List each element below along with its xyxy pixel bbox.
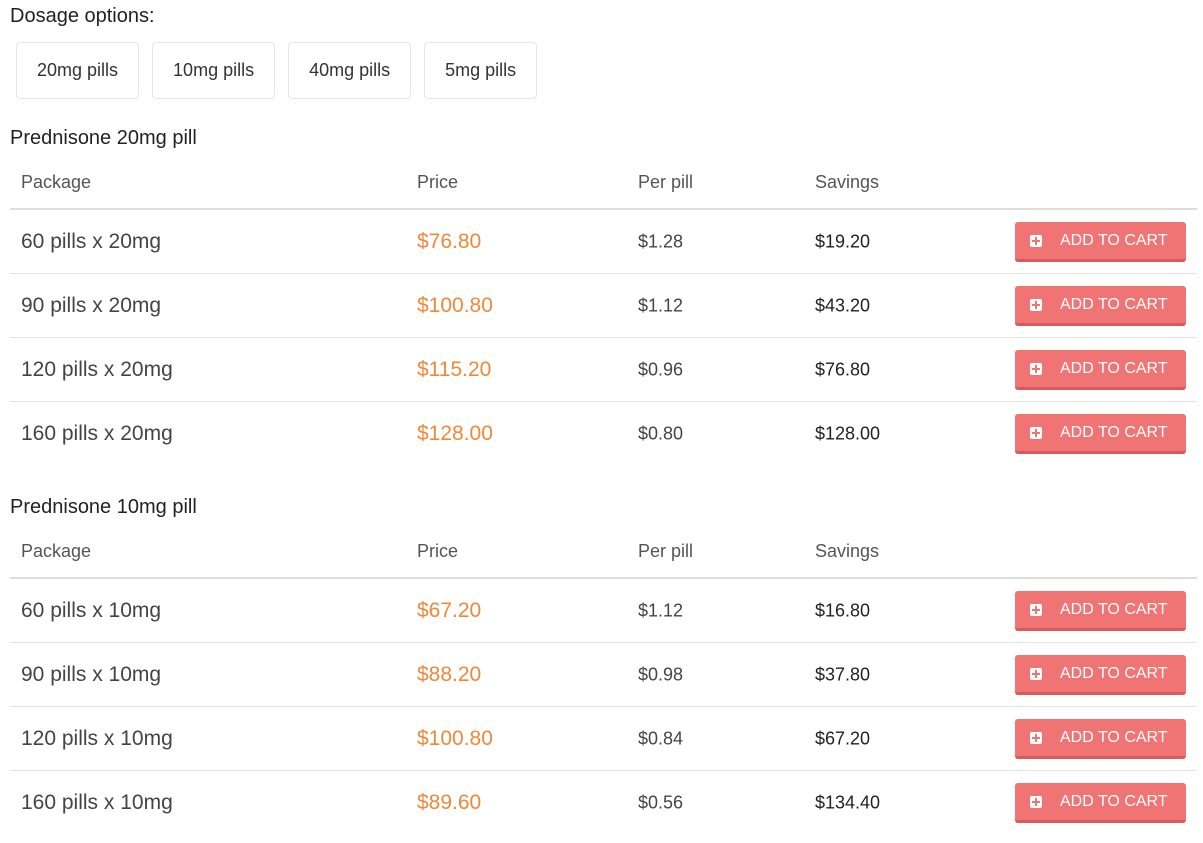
add-to-cart-button[interactable]: ADD TO CART — [1015, 414, 1186, 454]
add-to-cart-label: ADD TO CART — [1060, 792, 1168, 810]
row-savings: $19.20 — [815, 231, 871, 251]
header-per-pill: Per pill — [638, 541, 694, 561]
table-row: 60 pills x 20mg $76.80 $1.28 $19.20 ADD … — [10, 210, 1197, 274]
section-title: Prednisone 10mg pill — [10, 496, 197, 518]
row-package: 90 pills x 10mg — [21, 662, 162, 686]
plus-square-icon — [1030, 426, 1042, 439]
plus-square-icon — [1030, 298, 1042, 311]
product-section-20mg: Prednisone 20mg pill Package Price Per p… — [10, 127, 1197, 466]
row-per-pill: $1.12 — [638, 295, 684, 315]
row-savings: $16.80 — [815, 600, 871, 620]
row-package: 60 pills x 20mg — [21, 229, 162, 253]
add-to-cart-label: ADD TO CART — [1060, 231, 1168, 249]
row-savings: $128.00 — [815, 423, 881, 444]
add-to-cart-label: ADD TO CART — [1060, 359, 1168, 377]
row-package: 160 pills x 20mg — [21, 422, 173, 445]
row-per-pill: $1.28 — [638, 231, 684, 251]
add-to-cart-label: ADD TO CART — [1060, 600, 1168, 618]
add-to-cart-button[interactable]: ADD TO CART — [1015, 719, 1186, 759]
table-row: 160 pills x 10mg $89.60 $0.56 $134.40 AD… — [10, 771, 1197, 835]
row-price: $100.80 — [417, 293, 493, 317]
row-savings: $76.80 — [815, 359, 871, 379]
add-to-cart-button[interactable]: ADD TO CART — [1015, 591, 1186, 631]
plus-square-icon — [1030, 795, 1042, 808]
add-to-cart-label: ADD TO CART — [1060, 728, 1168, 746]
row-per-pill: $0.84 — [638, 728, 684, 748]
row-price: $128.00 — [417, 422, 493, 445]
row-price: $115.20 — [417, 357, 492, 381]
header-package: Package — [21, 541, 92, 561]
header-price: Price — [417, 172, 459, 192]
row-price: $76.80 — [417, 229, 482, 253]
header-package: Package — [21, 172, 92, 192]
add-to-cart-label: ADD TO CART — [1060, 423, 1168, 441]
row-price: $67.20 — [417, 598, 482, 622]
dosage-option-20mg[interactable]: 20mg pills — [16, 42, 140, 99]
header-per-pill: Per pill — [638, 172, 694, 192]
plus-square-icon — [1030, 667, 1042, 680]
row-per-pill: $1.12 — [638, 600, 684, 620]
plus-square-icon — [1030, 362, 1042, 375]
row-per-pill: $0.98 — [638, 664, 684, 684]
add-to-cart-button[interactable]: ADD TO CART — [1015, 350, 1186, 390]
row-package: 60 pills x 10mg — [21, 598, 162, 622]
table-header: Package Price Per pill Savings — [10, 529, 1197, 579]
table-row: 90 pills x 20mg $100.80 $1.12 $43.20 ADD… — [10, 274, 1197, 338]
add-to-cart-label: ADD TO CART — [1060, 295, 1168, 313]
row-price: $89.60 — [417, 791, 482, 814]
row-package: 120 pills x 20mg — [21, 357, 173, 381]
dosage-option-10mg[interactable]: 10mg pills — [152, 42, 276, 99]
table-row: 60 pills x 10mg $67.20 $1.12 $16.80 ADD … — [10, 579, 1197, 643]
row-per-pill: $0.80 — [638, 423, 684, 444]
row-price: $88.20 — [417, 662, 482, 686]
row-per-pill: $0.56 — [638, 792, 684, 813]
row-savings: $43.20 — [815, 295, 871, 315]
table-row: 90 pills x 10mg $88.20 $0.98 $37.80 ADD … — [10, 643, 1197, 707]
add-to-cart-label: ADD TO CART — [1060, 664, 1168, 682]
add-to-cart-button[interactable]: ADD TO CART — [1015, 783, 1186, 823]
row-savings: $134.40 — [815, 792, 881, 813]
table-row: 120 pills x 20mg $115.20 $0.96 $76.80 AD… — [10, 338, 1197, 402]
add-to-cart-button[interactable]: ADD TO CART — [1015, 655, 1186, 695]
row-savings: $67.20 — [815, 728, 871, 748]
plus-square-icon — [1030, 731, 1042, 744]
add-to-cart-button[interactable]: ADD TO CART — [1015, 286, 1186, 326]
header-savings: Savings — [815, 172, 880, 192]
add-to-cart-button[interactable]: ADD TO CART — [1015, 222, 1186, 262]
plus-square-icon — [1030, 603, 1042, 616]
header-price: Price — [417, 541, 459, 561]
row-package: 90 pills x 20mg — [21, 293, 162, 317]
dosage-option-5mg[interactable]: 5mg pills — [424, 42, 538, 99]
section-title: Prednisone 20mg pill — [10, 127, 197, 149]
row-package: 120 pills x 10mg — [21, 726, 173, 750]
dosage-options: 20mg pills 10mg pills 40mg pills 5mg pil… — [16, 42, 550, 99]
row-package: 160 pills x 10mg — [21, 791, 173, 814]
dosage-options-title: Dosage options: — [10, 5, 155, 27]
plus-square-icon — [1030, 234, 1042, 247]
table-row: 160 pills x 20mg $128.00 $0.80 $128.00 A… — [10, 402, 1197, 466]
dosage-option-40mg[interactable]: 40mg pills — [288, 42, 412, 99]
product-section-10mg: Prednisone 10mg pill Package Price Per p… — [10, 496, 1197, 835]
table-header: Package Price Per pill Savings — [10, 160, 1197, 210]
row-savings: $37.80 — [815, 664, 871, 684]
row-price: $100.80 — [417, 726, 493, 750]
table-row: 120 pills x 10mg $100.80 $0.84 $67.20 AD… — [10, 707, 1197, 771]
row-per-pill: $0.96 — [638, 359, 684, 379]
header-savings: Savings — [815, 541, 880, 561]
